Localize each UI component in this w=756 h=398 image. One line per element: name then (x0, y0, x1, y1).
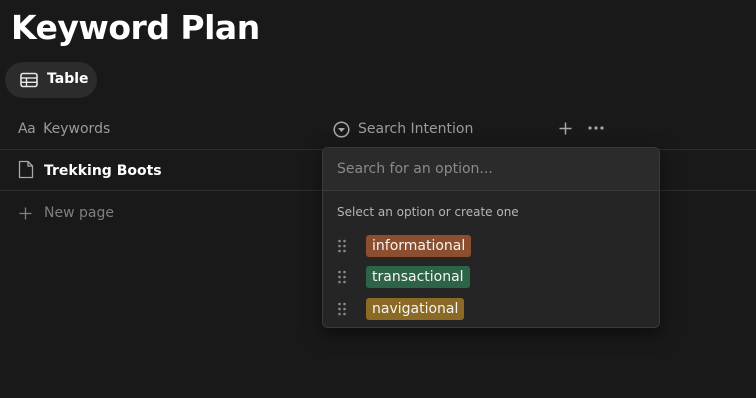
column-label-search-intention: Search Intention (358, 121, 474, 137)
column-header-keywords[interactable]: Aa Keywords (18, 118, 110, 140)
database-page: Keyword Plan Table Aa Keywords Search In… (0, 0, 756, 398)
option-tag: informational (366, 235, 472, 257)
select-property-icon (333, 120, 350, 138)
select-options-dropdown: Select an option or create one informati… (322, 147, 660, 328)
new-page-button[interactable]: New page (19, 201, 114, 225)
option-item[interactable]: navigational (337, 297, 647, 321)
plus-icon (19, 207, 32, 219)
row-title: Trekking Boots (44, 163, 162, 179)
table-icon (20, 72, 38, 88)
option-item[interactable]: transactional (337, 265, 647, 289)
new-page-label: New page (44, 205, 114, 221)
column-label-keywords: Keywords (43, 121, 111, 137)
more-options-button[interactable] (585, 117, 607, 139)
text-property-icon: Aa (18, 121, 36, 137)
view-tab-label: Table (47, 71, 89, 87)
drag-handle-icon[interactable] (337, 301, 347, 317)
ellipsis-icon (588, 126, 604, 130)
option-item[interactable]: informational (337, 234, 647, 258)
option-tag: navigational (366, 298, 465, 320)
option-tag: transactional (366, 266, 470, 288)
table-row[interactable]: Trekking Boots (18, 159, 162, 183)
view-tab-table[interactable]: Table (5, 62, 97, 98)
option-search-input[interactable] (323, 148, 659, 191)
page-icon (18, 160, 34, 183)
drag-handle-icon[interactable] (337, 269, 347, 285)
dropdown-hint: Select an option or create one (337, 205, 519, 219)
column-header-search-intention[interactable]: Search Intention (333, 118, 473, 140)
add-property-button[interactable] (554, 117, 576, 139)
page-title: Keyword Plan (11, 8, 260, 47)
plus-icon (559, 122, 571, 134)
drag-handle-icon[interactable] (337, 238, 347, 254)
